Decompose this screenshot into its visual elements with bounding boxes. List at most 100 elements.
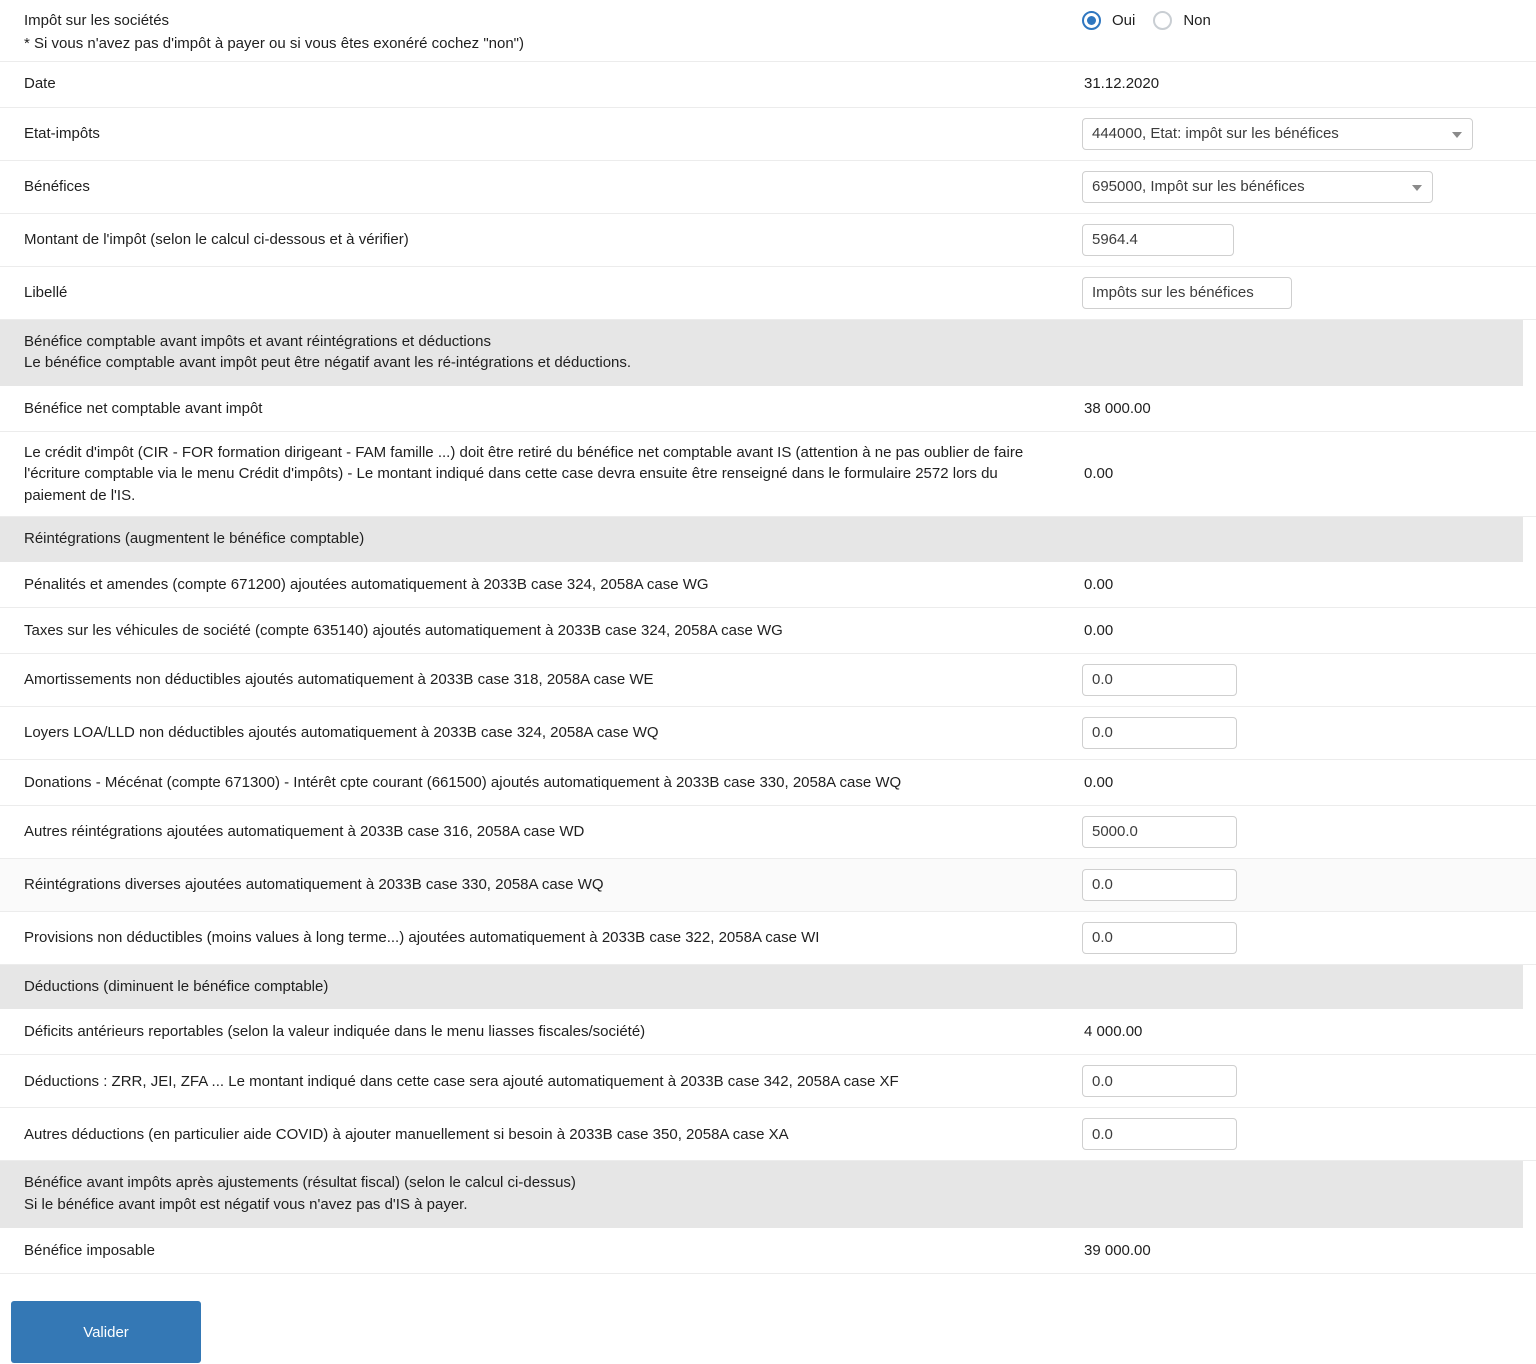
radio-oui-label: Oui <box>1112 12 1136 29</box>
reintegration-cell-7 <box>1062 912 1536 964</box>
deduction-label-1-line1: Déductions : ZRR, JEI, ZFA ... <box>24 1072 225 1090</box>
reintegration-value-1: 0.00 <box>1084 621 1114 639</box>
credit-impot-value: 0.00 <box>1084 465 1114 483</box>
reintegration-label-3: Loyers LOA/LLD non déductibles ajoutés a… <box>24 724 659 742</box>
benefice-imposable-label: Bénéfice imposable <box>24 1241 155 1259</box>
amortissements-non-deductibles-input[interactable] <box>1082 663 1237 696</box>
deduction-label-1: Déductions : ZRR, JEI, ZFA ... Le montan… <box>0 1061 1062 1102</box>
table-row: Amortissements non déductibles ajoutés a… <box>0 653 1536 707</box>
benefices-select[interactable]: 695000, Impôt sur les bénéfices <box>1082 170 1433 203</box>
benefices-label: Bénéfices <box>24 177 90 195</box>
radio-option-non[interactable]: Non <box>1153 10 1211 31</box>
section-benefice-comptable: Bénéfice comptable avant impôts et avant… <box>0 319 1523 387</box>
section-benefice-line2: Le bénéfice comptable avant impôt peut ê… <box>24 354 632 372</box>
etat-impots-label: Etat-impôts <box>24 124 100 142</box>
benefices-field-cell: 695000, Impôt sur les bénéfices <box>1062 161 1536 213</box>
section-resultat-line2: Si le bénéfice avant impôt est négatif v… <box>24 1196 468 1214</box>
benefice-net-value: 38 000.00 <box>1084 399 1151 417</box>
deduction-label-2: Autres déductions (en particulier aide C… <box>24 1125 789 1143</box>
chevron-down-icon <box>1452 131 1462 138</box>
reintegration-cell-5 <box>1062 806 1536 858</box>
section-resultat-fiscal: Bénéfice avant impôts après ajustements … <box>0 1161 1523 1228</box>
reintegration-label-1: Taxes sur les véhicules de société (comp… <box>24 621 783 639</box>
radio-oui-icon[interactable] <box>1082 11 1101 31</box>
date-label: Date <box>24 75 56 93</box>
section-reintegrations: Réintégrations (augmentent le bénéfice c… <box>0 516 1523 562</box>
date-value: 31.12.2020 <box>1084 75 1160 93</box>
table-row: Donations - Mécénat (compte 671300) - In… <box>0 759 1536 806</box>
etat-impots-field-cell: 444000, Etat: impôt sur les bénéfices <box>1062 108 1536 160</box>
date-row: Date 31.12.2020 <box>0 61 1536 108</box>
libelle-input[interactable] <box>1082 276 1292 309</box>
section-reintegrations-line1: Réintégrations (augmentent le bénéfice c… <box>24 529 365 547</box>
section-deductions: Déductions (diminuent le bénéfice compta… <box>0 964 1523 1010</box>
chevron-down-icon <box>1412 184 1422 191</box>
section-deductions-line1: Déductions (diminuent le bénéfice compta… <box>24 977 329 995</box>
benefice-net-row: Bénéfice net comptable avant impôt 38 00… <box>0 386 1536 433</box>
radio-non-icon[interactable] <box>1153 11 1173 31</box>
benefice-imposable-row: Bénéfice imposable 39 000.00 <box>0 1227 1536 1274</box>
reintegration-cell-6 <box>1062 859 1536 911</box>
autres-deductions-input[interactable] <box>1082 1118 1237 1151</box>
credit-impot-label-line1: Le crédit d'impôt (CIR - FOR formation d… <box>24 444 792 462</box>
benefices-select-value: 695000, Impôt sur les bénéfices <box>1092 177 1305 195</box>
reintegration-cell-3 <box>1062 707 1536 759</box>
provisions-non-deductibles-input[interactable] <box>1082 921 1237 954</box>
table-row: Provisions non déductibles (moins values… <box>0 911 1536 965</box>
table-row: Pénalités et amendes (compte 671200) ajo… <box>0 561 1536 608</box>
reintegration-label-2: Amortissements non déductibles ajoutés a… <box>24 671 654 689</box>
reintegration-value-0: 0.00 <box>1084 575 1114 593</box>
deduction-label-0-line1: Déficits antérieurs reportables <box>24 1023 224 1041</box>
benefices-row: Bénéfices 695000, Impôt sur les bénéfice… <box>0 160 1536 214</box>
table-row: Taxes sur les véhicules de société (comp… <box>0 607 1536 654</box>
montant-impot-label: Montant de l'impôt (selon le calcul ci-d… <box>24 230 409 248</box>
montant-impot-field-cell <box>1062 214 1536 266</box>
reintegration-label-4: Donations - Mécénat (compte 671300) - In… <box>0 762 1062 803</box>
reintegration-value-4: 0.00 <box>1084 773 1114 791</box>
libelle-field-cell <box>1062 267 1536 319</box>
reintegration-label-0: Pénalités et amendes (compte 671200) ajo… <box>24 575 709 593</box>
deduction-cell-2 <box>1062 1108 1536 1160</box>
libelle-label: Libellé <box>24 283 68 301</box>
reintegration-cell-2 <box>1062 654 1536 706</box>
table-row: Loyers LOA/LLD non déductibles ajoutés a… <box>0 706 1536 760</box>
form-actions: Valider <box>0 1274 1536 1363</box>
benefice-imposable-value: 39 000.00 <box>1084 1241 1151 1259</box>
autres-reintegrations-input[interactable] <box>1082 815 1237 848</box>
deduction-label-1-line2: Le montant indiqué dans cette case sera … <box>228 1072 899 1090</box>
section-benefice-line1: Bénéfice comptable avant impôts et avant… <box>24 332 491 350</box>
etat-impots-row: Etat-impôts 444000, Etat: impôt sur les … <box>0 107 1536 161</box>
table-row: Déductions : ZRR, JEI, ZFA ... Le montan… <box>0 1055 1536 1109</box>
radio-non-label: Non <box>1183 12 1211 29</box>
reintegration-label-4-line2: 2058A case WQ <box>792 773 902 791</box>
benefice-net-label: Bénéfice net comptable avant impôt <box>24 399 263 417</box>
montant-impot-input[interactable] <box>1082 223 1234 256</box>
etat-impots-select-value: 444000, Etat: impôt sur les bénéfices <box>1092 124 1339 142</box>
section-resultat-line1: Bénéfice avant impôts après ajustements … <box>24 1174 576 1192</box>
page-title: Impôt sur les sociétés <box>24 12 170 29</box>
reintegrations-diverses-input[interactable] <box>1082 868 1237 901</box>
deduction-label-0: Déficits antérieurs reportables (selon l… <box>0 1011 1062 1052</box>
etat-impots-select[interactable]: 444000, Etat: impôt sur les bénéfices <box>1082 117 1473 150</box>
reintegration-label-5: Autres réintégrations ajoutées automatiq… <box>24 823 585 841</box>
reintegration-label-4-line1: Donations - Mécénat (compte 671300) - In… <box>24 773 789 791</box>
deduction-cell-1 <box>1062 1055 1536 1107</box>
table-row: Autres réintégrations ajoutées automatiq… <box>0 805 1536 859</box>
corporate-tax-header-label: Impôt sur les sociétés * Si vous n'avez … <box>0 6 1062 61</box>
libelle-row: Libellé <box>0 266 1536 320</box>
table-row: Déficits antérieurs reportables (selon l… <box>0 1009 1536 1056</box>
table-row: Réintégrations diverses ajoutées automat… <box>0 858 1536 912</box>
page-title-note: * Si vous n'avez pas d'impôt à payer ou … <box>24 35 524 53</box>
tax-applicable-radio-group: Oui Non <box>1062 6 1536 41</box>
radio-option-oui[interactable]: Oui <box>1082 10 1135 31</box>
deduction-value-0: 4 000.00 <box>1084 1023 1143 1041</box>
deductions-zrr-jei-zfa-input[interactable] <box>1082 1065 1237 1098</box>
loyers-loa-lld-input[interactable] <box>1082 716 1237 749</box>
deduction-label-0-line2: (selon la valeur indiquée dans le menu l… <box>227 1023 646 1041</box>
reintegration-label-6: Réintégrations diverses ajoutées automat… <box>24 876 604 894</box>
table-row: Autres déductions (en particulier aide C… <box>0 1108 1536 1162</box>
valider-button[interactable]: Valider <box>11 1300 201 1363</box>
tax-form-page: Impôt sur les sociétés * Si vous n'avez … <box>0 0 1536 1363</box>
credit-impot-label: Le crédit d'impôt (CIR - FOR formation d… <box>0 432 1062 516</box>
credit-impot-row: Le crédit d'impôt (CIR - FOR formation d… <box>0 432 1536 517</box>
